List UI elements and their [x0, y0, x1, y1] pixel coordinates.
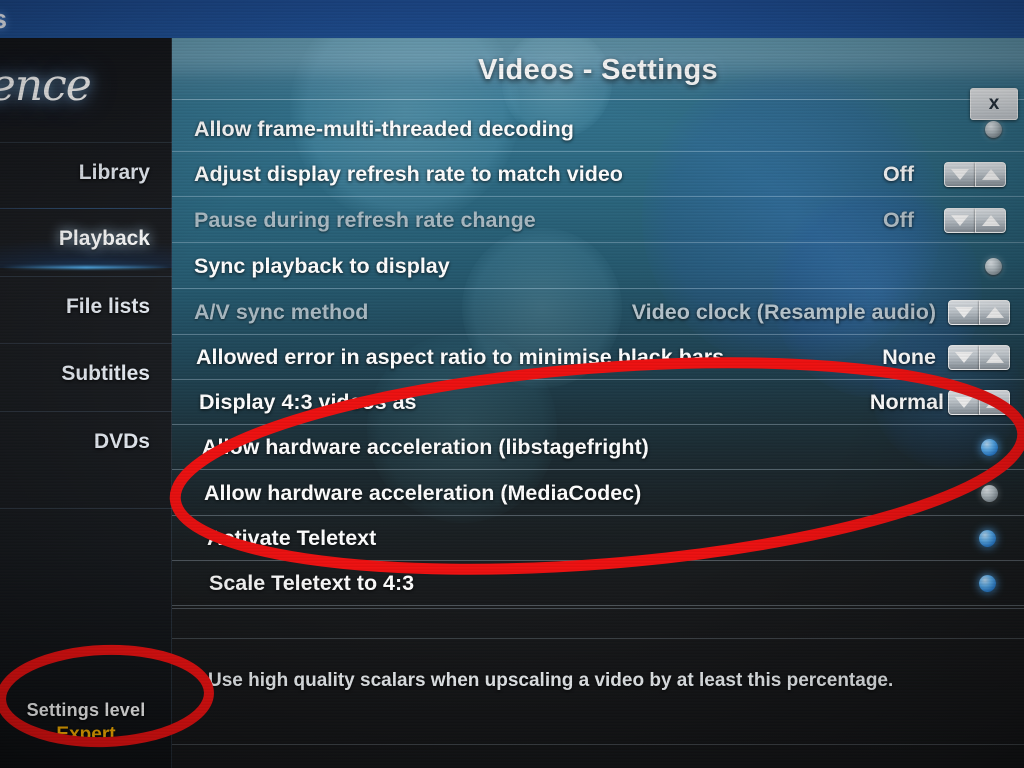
chevron-down-icon: [955, 352, 973, 363]
setting-value: Video clock (Resample audio): [631, 300, 936, 324]
setting-row-allow-hw-accel-mediacodec[interactable]: Allow hardware acceleration (MediaCodec): [172, 472, 1024, 516]
setting-label: Allow hardware acceleration (libstagefri…: [202, 435, 649, 459]
setting-row-display-4-3-videos-as[interactable]: Display 4:3 videos as Normal: [172, 381, 1024, 425]
sidebar-divider: [0, 508, 172, 509]
toggle-indicator[interactable]: [981, 439, 998, 456]
setting-label: Display 4:3 videos as: [199, 390, 417, 414]
sidebar-item-label: Subtitles: [61, 361, 150, 385]
chevron-up-icon: [981, 169, 1000, 180]
setting-value: Normal: [869, 390, 944, 414]
page-title: Videos - Settings: [478, 54, 718, 86]
setting-label: Sync playback to display: [194, 254, 450, 278]
sidebar-item-subtitles[interactable]: Subtitles: [0, 343, 172, 403]
sidebar-item-label: File lists: [65, 294, 150, 318]
chevron-down-icon: [955, 397, 973, 408]
spinner-control[interactable]: [948, 345, 1010, 370]
setting-row-scale-teletext-to-4-3[interactable]: Scale Teletext to 4:3: [172, 562, 1024, 606]
sidebar: fluence Library Playback File lists Subt…: [0, 38, 172, 768]
hint-bottom-divider: [172, 744, 1024, 745]
setting-label: Scale Teletext to 4:3: [209, 571, 415, 595]
setting-row-av-sync-method[interactable]: A/V sync method Video clock (Resample au…: [172, 291, 1024, 335]
list-divider: [172, 608, 1024, 609]
setting-row-activate-teletext[interactable]: Activate Teletext: [172, 517, 1024, 561]
setting-value: Off: [882, 208, 914, 232]
settings-level-value: Expert: [56, 724, 116, 745]
hint-top-divider: [172, 638, 1024, 639]
spinner-decrement-icon[interactable]: [944, 162, 975, 187]
setting-label: Allow hardware acceleration (MediaCodec): [204, 481, 642, 505]
setting-label: Activate Teletext: [207, 526, 377, 550]
setting-value: None: [882, 345, 936, 369]
spinner-decrement-icon[interactable]: [948, 390, 979, 415]
spinner-control[interactable]: [948, 300, 1010, 325]
setting-row-pause-during-refresh-rate-change[interactable]: Pause during refresh rate change Off: [172, 199, 1024, 243]
settings-level-title: Settings level: [26, 700, 146, 720]
sidebar-item-dvds[interactable]: DVDs: [0, 411, 172, 471]
toggle-indicator[interactable]: [985, 258, 1002, 275]
spinner-increment-icon[interactable]: [979, 345, 1010, 370]
setting-label: Pause during refresh rate change: [194, 208, 536, 232]
sidebar-item-label: DVDs: [93, 429, 150, 453]
chevron-up-icon: [985, 352, 1004, 363]
setting-row-sync-playback-to-display[interactable]: Sync playback to display: [172, 245, 1024, 289]
spinner-increment-icon[interactable]: [975, 208, 1006, 233]
setting-label: A/V sync method: [194, 300, 369, 324]
spinner-increment-icon[interactable]: [979, 300, 1010, 325]
setting-label: Adjust display refresh rate to match vid…: [194, 162, 623, 186]
spinner-control[interactable]: [944, 208, 1006, 233]
sidebar-item-label: Library: [78, 160, 150, 184]
settings-hint-text: Use high quality scalars when upscaling …: [208, 670, 894, 691]
confluence-logo: fluence: [0, 60, 92, 111]
setting-label: Allowed error in aspect ratio to minimis…: [196, 345, 725, 369]
spinner-decrement-icon[interactable]: [948, 300, 979, 325]
setting-row-allow-frame-multi-threaded-decoding[interactable]: Allow frame-multi-threaded decoding: [172, 108, 1024, 152]
settings-level-control[interactable]: Settings level Expert: [0, 700, 172, 746]
chevron-up-icon: [981, 215, 1000, 226]
spinner-increment-icon[interactable]: [975, 162, 1006, 187]
spinner-control[interactable]: [948, 390, 1010, 415]
setting-row-allow-hw-accel-libstagefright[interactable]: Allow hardware acceleration (libstagefri…: [172, 426, 1024, 470]
spinner-decrement-icon[interactable]: [944, 208, 975, 233]
chevron-down-icon: [951, 169, 969, 180]
chevron-down-icon: [955, 307, 973, 318]
spinner-decrement-icon[interactable]: [948, 345, 979, 370]
chevron-down-icon: [951, 215, 969, 226]
toggle-indicator[interactable]: [979, 575, 996, 592]
sidebar-item-label: Playback: [58, 226, 150, 250]
settings-list: Allow frame-multi-threaded decoding Adju…: [172, 102, 1024, 662]
settings-panel: Videos - Settings x Allow frame-multi-th…: [172, 38, 1024, 768]
setting-label: Allow frame-multi-threaded decoding: [194, 117, 574, 141]
setting-row-allowed-error-aspect-ratio[interactable]: Allowed error in aspect ratio to minimis…: [172, 336, 1024, 380]
sidebar-item-file-lists[interactable]: File lists: [0, 276, 172, 336]
toggle-indicator[interactable]: [979, 530, 996, 547]
spinner-increment-icon[interactable]: [979, 390, 1010, 415]
setting-row-adjust-display-refresh-rate[interactable]: Adjust display refresh rate to match vid…: [172, 153, 1024, 197]
chevron-up-icon: [985, 307, 1004, 318]
spinner-control[interactable]: [944, 162, 1006, 187]
setting-value: Off: [882, 162, 914, 186]
toggle-indicator[interactable]: [981, 485, 998, 502]
toggle-indicator[interactable]: [985, 121, 1002, 138]
chevron-up-icon: [985, 397, 1004, 408]
desktop-top-partial-label: os: [0, 4, 7, 35]
kodi-settings-screenshot: os fluence Library Playback File lists S…: [0, 0, 1024, 768]
sidebar-item-library[interactable]: Library: [0, 142, 172, 202]
sidebar-item-playback[interactable]: Playback: [0, 208, 172, 268]
